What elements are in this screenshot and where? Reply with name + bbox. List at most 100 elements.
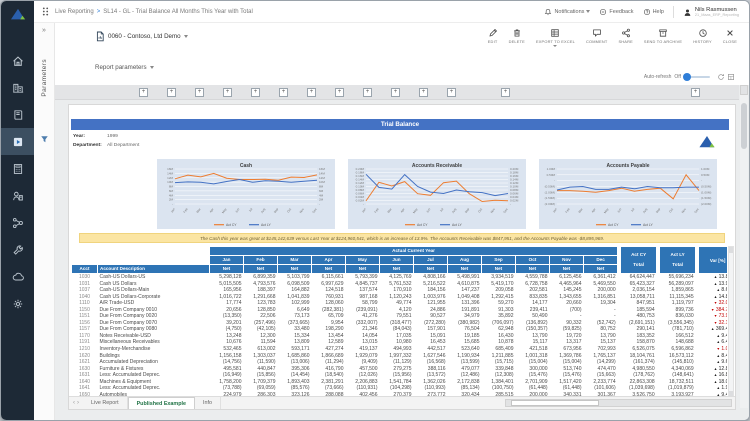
close-icon <box>725 28 735 38</box>
scrollbar-thumb[interactable] <box>741 103 747 149</box>
company-icon <box>12 82 24 94</box>
filter-funnel-icon[interactable] <box>40 131 49 149</box>
sidebar-item-people[interactable] <box>1 182 34 209</box>
svg-text:Jul: Jul <box>439 207 445 213</box>
delete-button[interactable]: DELETE <box>509 28 525 47</box>
notifications-button[interactable]: Notifications <box>544 8 590 16</box>
svg-text:8M: 8M <box>319 185 324 189</box>
feedback-button[interactable]: Feedback <box>599 8 633 16</box>
month-header: Aug <box>448 256 482 265</box>
caret-down-icon <box>150 66 154 69</box>
rail-expand-button[interactable]: » <box>34 27 54 34</box>
help-button[interactable]: Help <box>643 8 664 16</box>
column-expand-button[interactable]: + <box>279 88 288 97</box>
column-expand-button[interactable]: + <box>335 88 344 97</box>
top-navbar: Live Reporting > SL14 - GL - Trial Balan… <box>34 1 749 23</box>
entity-label: 0060 - Contoso, Ltd Demo <box>108 33 181 40</box>
month-header: Oct <box>516 256 550 265</box>
tab-prev-button[interactable]: ‹ <box>73 400 75 406</box>
column-expand-button[interactable]: + <box>391 88 400 97</box>
toggle-knob[interactable] <box>683 73 691 81</box>
net-header: Net <box>414 265 448 274</box>
net-header: Net <box>550 265 584 274</box>
month-header: Jun <box>380 256 414 265</box>
refresh-icon[interactable] <box>717 73 725 81</box>
comment-button[interactable]: COMMENT <box>586 28 608 47</box>
svg-text:Sep: Sep <box>655 207 662 214</box>
tab-live-report[interactable]: Live Report <box>83 397 128 409</box>
vertical-scrollbar[interactable] <box>740 85 748 408</box>
sidebar-item-workflow[interactable] <box>1 209 34 236</box>
table-group-header-row: Actual Current YearAct CYTotalAct LYTota… <box>72 247 728 256</box>
user-menu[interactable]: Nils Rasmussen 21_Maas_ERP_Reporting <box>683 7 739 17</box>
trash-icon <box>512 28 522 38</box>
auto-refresh-toggle[interactable] <box>684 76 710 78</box>
charts-row: Cash16M16M14M14M12M12M10M10M8M8M6M6M4M4M… <box>157 159 717 229</box>
home-icon <box>12 55 24 67</box>
tab-next-button[interactable]: › <box>77 400 79 406</box>
column-expand-button[interactable]: + <box>363 88 372 97</box>
net-cell: 6,899,359 <box>244 274 278 281</box>
sidebar-item-tools[interactable] <box>1 236 34 263</box>
tools-icon <box>12 244 24 256</box>
schedule-grid-icon[interactable] <box>727 73 735 81</box>
month-header: Apr <box>312 256 346 265</box>
close-button[interactable]: CLOSE <box>723 28 737 47</box>
entity-selector[interactable]: 0060 - Contoso, Ltd Demo <box>95 31 188 42</box>
svg-text:Act LY: Act LY <box>261 223 271 227</box>
sidebar-item-reports[interactable] <box>1 128 34 155</box>
report-viewport: ++++++++++++++ Trial Balance Year: 1999 … <box>55 85 749 420</box>
column-expand-button[interactable]: + <box>307 88 316 97</box>
send-to-archive-button[interactable]: SEND TO ARCHIVE <box>644 28 682 47</box>
breadcrumb-root[interactable]: Live Reporting <box>55 9 94 15</box>
svg-text:(1.50M): (1.50M) <box>545 196 555 200</box>
history-button[interactable]: HISTORY <box>693 28 712 47</box>
column-expand-button[interactable]: + <box>251 88 260 97</box>
svg-text:Apr: Apr <box>591 207 597 213</box>
sidebar-item-publications[interactable] <box>1 101 34 128</box>
chart-panel-accounts-payable: Accounts Payable1.00M1.00M0.50M0.50M--(0… <box>539 159 717 229</box>
sidebar-item-company[interactable] <box>1 74 34 101</box>
svg-text:0.02M: 0.02M <box>510 199 519 203</box>
svg-text:Oct: Oct <box>477 207 483 213</box>
tab-nav-arrows: ‹ › <box>69 397 83 409</box>
svg-text:(1.50M): (1.50M) <box>701 196 711 200</box>
column-expand-button[interactable]: + <box>167 88 176 97</box>
app-logo[interactable] <box>1 1 34 25</box>
svg-text:6M: 6M <box>169 189 174 193</box>
svg-text:0.50M: 0.50M <box>701 173 710 177</box>
table-scrollbar[interactable] <box>728 246 734 398</box>
sidebar-item-budgeting[interactable] <box>1 155 34 182</box>
sheet-tab-bar: ‹ › Live ReportPublished ExampleInfo <box>69 396 735 409</box>
column-expand-button[interactable]: + <box>691 88 700 97</box>
svg-text:Jan: Jan <box>170 207 176 214</box>
tab-published-example[interactable]: Published Example <box>128 397 195 409</box>
svg-text:10M: 10M <box>167 180 173 184</box>
report-parameters-toggle[interactable]: Report parameters <box>95 64 154 71</box>
net-header: Net <box>516 265 550 274</box>
workflow-icon <box>12 217 24 229</box>
scrollbar-thumb[interactable] <box>511 400 599 406</box>
export-to-excel-button[interactable]: EXPORT TO EXCEL <box>536 28 575 47</box>
column-expand-button[interactable]: + <box>419 88 428 97</box>
tab-info[interactable]: Info <box>195 397 221 409</box>
sidebar-item-cloud[interactable] <box>1 263 34 290</box>
share-button[interactable]: SHARE <box>619 28 633 47</box>
column-expand-button[interactable]: + <box>195 88 204 97</box>
column-expand-button[interactable]: + <box>501 88 510 97</box>
sidebar-item-home[interactable] <box>1 47 34 74</box>
svg-text:14M: 14M <box>319 171 325 175</box>
column-expand-button[interactable]: + <box>223 88 232 97</box>
sidebar-item-settings[interactable] <box>1 290 34 317</box>
svg-text:-: - <box>363 202 364 206</box>
column-expand-button[interactable]: + <box>139 88 148 97</box>
month-header: Jan <box>210 256 244 265</box>
svg-text:8M: 8M <box>169 185 174 189</box>
filter-year-label: Year: <box>73 132 107 141</box>
column-expand-button[interactable]: + <box>447 88 456 97</box>
edit-button[interactable]: EDIT <box>488 28 498 47</box>
grip-icon[interactable] <box>42 7 49 16</box>
horizontal-scrollbar[interactable] <box>505 399 732 407</box>
filter-year-value: 1999 <box>107 132 118 141</box>
svg-text:Act LY: Act LY <box>452 223 462 227</box>
